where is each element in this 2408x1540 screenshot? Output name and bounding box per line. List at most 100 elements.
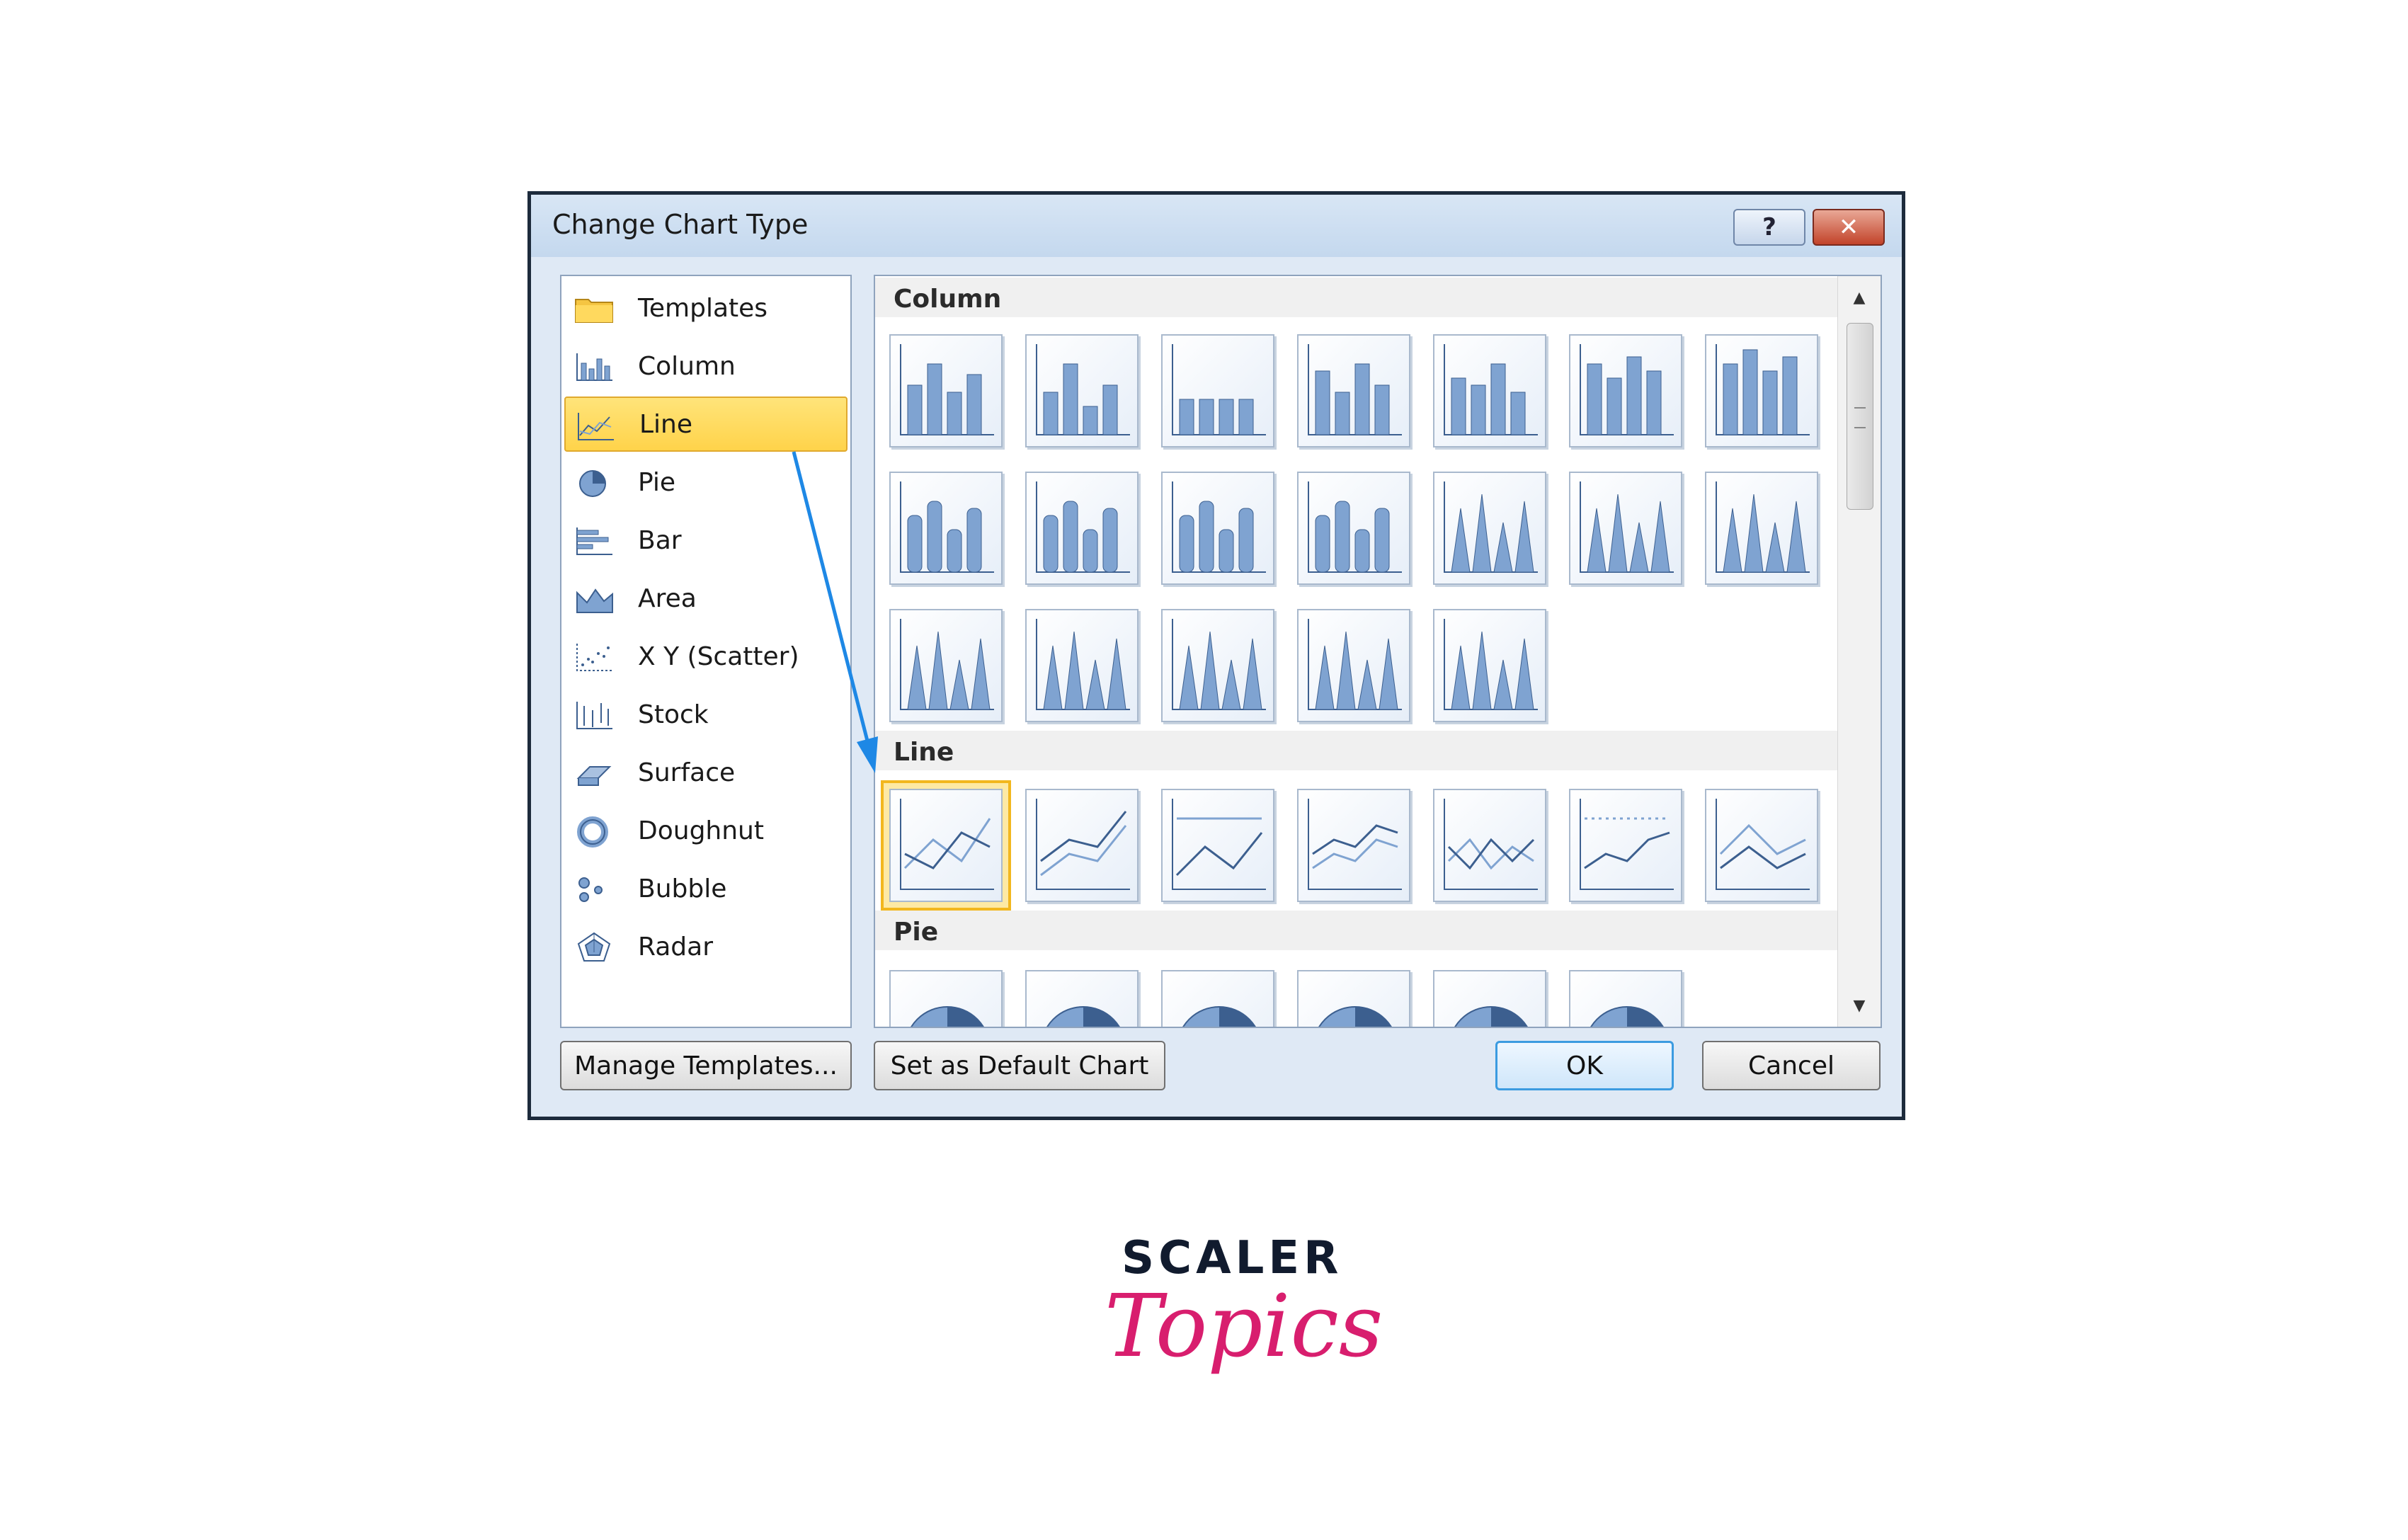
category-label: Column — [638, 351, 736, 381]
set-default-chart-button[interactable]: Set as Default Chart — [874, 1041, 1165, 1090]
category-radar[interactable]: Radar — [564, 919, 848, 974]
column-subtype-4[interactable] — [1297, 334, 1410, 447]
doughnut-chart-icon — [577, 816, 608, 848]
column-subtype-16[interactable] — [1025, 609, 1139, 722]
section-title: Column — [894, 285, 1002, 314]
category-label: Doughnut — [638, 816, 764, 845]
ok-button[interactable]: OK — [1495, 1041, 1674, 1090]
scroll-down-arrow-icon[interactable]: ▼ — [1838, 984, 1881, 1027]
line-subtype-7[interactable] — [1705, 789, 1818, 902]
category-surface[interactable]: Surface — [564, 745, 848, 800]
line-chart-icon — [1580, 799, 1674, 890]
pie-subtype-6[interactable] — [1569, 970, 1682, 1027]
column-chart-icon — [1172, 344, 1266, 435]
column-chart-icon — [1444, 481, 1538, 573]
column-subtype-17[interactable] — [1161, 609, 1274, 722]
help-button[interactable]: ? — [1733, 209, 1805, 246]
dialog-title: Change Chart Type — [552, 209, 809, 240]
pie-subtype-5[interactable] — [1433, 970, 1546, 1027]
line-subtype-2[interactable] — [1025, 789, 1139, 902]
line-chart-icon — [900, 799, 994, 890]
pie-chart-icon — [911, 1006, 984, 1027]
category-label: Surface — [638, 758, 736, 787]
area-chart-icon — [576, 588, 613, 613]
column-subtype-15[interactable] — [889, 609, 1003, 722]
category-templates[interactable]: Templates — [564, 280, 848, 336]
bar-chart-icon — [576, 527, 612, 555]
column-subtype-2[interactable] — [1025, 334, 1139, 447]
chart-category-list: Templates Column Line Pie Bar Area X Y (… — [560, 275, 852, 1028]
change-chart-type-dialog: Change Chart Type ? ✕ Templates Column L… — [527, 191, 1905, 1120]
category-label: Radar — [638, 932, 713, 962]
manage-templates-button[interactable]: Manage Templates... — [560, 1041, 852, 1090]
column-chart-icon — [1036, 344, 1130, 435]
category-label: Bar — [638, 525, 682, 555]
category-column[interactable]: Column — [564, 338, 848, 394]
column-chart-icon — [1716, 344, 1810, 435]
pie-chart-icon — [1454, 1006, 1528, 1027]
line-chart-icon — [1172, 799, 1266, 890]
category-doughnut[interactable]: Doughnut — [564, 803, 848, 858]
category-label: Templates — [638, 293, 768, 323]
column-subtype-1[interactable] — [889, 334, 1003, 447]
column-subtype-10[interactable] — [1161, 472, 1274, 585]
pie-subtype-4[interactable] — [1297, 970, 1410, 1027]
pie-chart-icon — [1318, 1006, 1392, 1027]
category-line[interactable]: Line — [564, 397, 848, 452]
category-stock[interactable]: Stock — [564, 687, 848, 742]
column-subtype-3[interactable] — [1161, 334, 1274, 447]
column-chart-icon — [1580, 344, 1674, 435]
column-chart-icon — [1716, 481, 1810, 573]
pie-subtype-3[interactable] — [1161, 970, 1274, 1027]
line-subtype-4[interactable] — [1297, 789, 1410, 902]
section-header-column: Column — [875, 278, 1838, 317]
column-subtype-6[interactable] — [1569, 334, 1682, 447]
line-subtype-1[interactable] — [881, 780, 1011, 911]
category-area[interactable]: Area — [564, 571, 848, 626]
category-label: Line — [639, 409, 693, 439]
column-subtype-11[interactable] — [1297, 472, 1410, 585]
surface-chart-icon — [576, 766, 612, 786]
category-label: Pie — [638, 467, 676, 497]
column-chart-icon — [1036, 619, 1130, 710]
bubble-chart-icon — [578, 877, 603, 902]
pie-chart-icon — [1590, 1006, 1664, 1027]
column-chart-icon — [900, 344, 994, 435]
scroll-thumb[interactable] — [1847, 323, 1873, 510]
scaler-topics-logo: SCALER Topics — [1105, 1232, 1383, 1409]
line-subtype-3[interactable] — [1161, 789, 1274, 902]
column-subtype-19[interactable] — [1433, 609, 1546, 722]
gallery-scroll-area: Column Line Pie — [875, 276, 1838, 1027]
column-subtype-9[interactable] — [1025, 472, 1139, 585]
stock-chart-icon — [576, 702, 612, 729]
scroll-up-arrow-icon[interactable]: ▲ — [1838, 276, 1881, 319]
radar-chart-icon — [577, 932, 611, 962]
pie-chart-icon — [1046, 1006, 1120, 1027]
section-title: Line — [894, 738, 954, 767]
category-bubble[interactable]: Bubble — [564, 861, 848, 916]
section-title: Pie — [894, 918, 939, 947]
column-chart-icon — [1036, 481, 1130, 573]
cancel-button[interactable]: Cancel — [1702, 1041, 1881, 1090]
column-subtype-7[interactable] — [1705, 334, 1818, 447]
close-button[interactable]: ✕ — [1813, 209, 1885, 246]
column-subtype-14[interactable] — [1705, 472, 1818, 585]
column-subtype-5[interactable] — [1433, 334, 1546, 447]
column-subtype-18[interactable] — [1297, 609, 1410, 722]
pie-subtype-1[interactable] — [889, 970, 1003, 1027]
column-chart-icon — [1444, 344, 1538, 435]
column-chart-icon — [1444, 619, 1538, 710]
column-subtype-12[interactable] — [1433, 472, 1546, 585]
category-scatter[interactable]: X Y (Scatter) — [564, 629, 848, 684]
column-chart-icon — [1308, 344, 1402, 435]
line-subtype-6[interactable] — [1569, 789, 1682, 902]
pie-subtype-2[interactable] — [1025, 970, 1139, 1027]
chart-type-gallery: Column Line Pie ▲ ▼ — [874, 275, 1882, 1028]
category-pie[interactable]: Pie — [564, 455, 848, 510]
line-subtype-5[interactable] — [1433, 789, 1546, 902]
column-subtype-8[interactable] — [889, 472, 1003, 585]
line-chart-icon — [1716, 799, 1810, 890]
category-bar[interactable]: Bar — [564, 513, 848, 568]
gallery-scrollbar[interactable]: ▲ ▼ — [1837, 276, 1881, 1027]
column-subtype-13[interactable] — [1569, 472, 1682, 585]
